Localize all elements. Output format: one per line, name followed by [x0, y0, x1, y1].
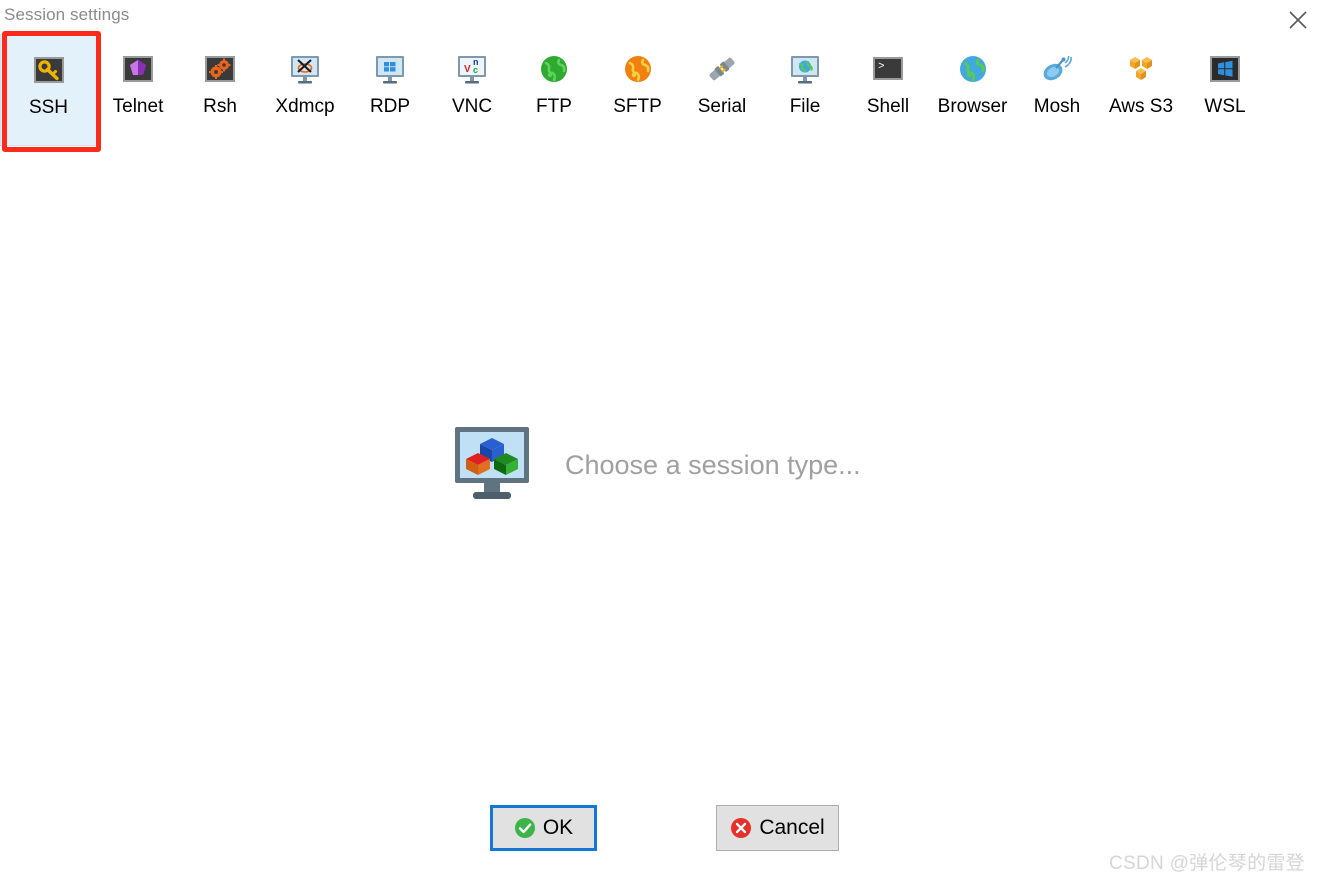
watermark: CSDN @弹伦琴的雷登 [1108, 853, 1305, 874]
rdp-windows-icon [373, 52, 407, 86]
ftp-globe-icon [537, 52, 571, 86]
session-type-label: File [789, 96, 821, 117]
session-type-xdmcp[interactable]: Xdmcp [261, 34, 349, 146]
session-type-browser[interactable]: Browser [930, 34, 1015, 146]
session-type-ssh[interactable]: SSH [0, 34, 97, 146]
ssh-key-icon [32, 53, 66, 87]
close-button[interactable] [1281, 4, 1315, 32]
error-circle-icon [731, 818, 752, 838]
file-monitor-icon [788, 52, 822, 86]
session-type-rsh[interactable]: Rsh [179, 34, 261, 146]
session-type-rdp[interactable]: RDP [349, 34, 431, 146]
session-type-label: Telnet [112, 96, 164, 117]
aws-s3-cubes-icon [1124, 52, 1158, 86]
session-type-telnet[interactable]: Telnet [97, 34, 179, 146]
session-type-label: Xdmcp [275, 96, 335, 117]
empty-state: Choose a session type... [451, 425, 861, 505]
rsh-gears-icon [203, 52, 237, 86]
monitor-cubes-icon [451, 425, 533, 505]
session-type-label: Aws S3 [1108, 96, 1174, 117]
empty-state-text: Choose a session type... [565, 449, 861, 480]
session-type-label: WSL [1204, 96, 1246, 117]
session-type-label: SSH [28, 97, 69, 118]
cancel-button[interactable]: Cancel [716, 805, 839, 851]
xdmcp-monitor-icon [288, 52, 322, 86]
session-type-label: Browser [937, 96, 1008, 117]
session-type-wsl[interactable]: WSL [1183, 34, 1267, 146]
session-type-serial[interactable]: Serial [680, 34, 764, 146]
session-type-aws-s3[interactable]: Aws S3 [1099, 34, 1183, 146]
cancel-button-label: Cancel [759, 816, 825, 839]
shell-terminal-icon: > [871, 52, 905, 86]
wsl-windows-icon [1208, 52, 1242, 86]
telnet-gem-icon [121, 52, 155, 86]
session-type-sftp[interactable]: SFTP [595, 34, 680, 146]
browser-globe-icon [956, 52, 990, 86]
session-type-label: Serial [697, 96, 747, 117]
svg-text:>: > [878, 61, 885, 73]
ok-button-label: OK [542, 816, 574, 839]
check-circle-icon [514, 818, 535, 838]
session-type-vnc[interactable]: V n c VNC [431, 34, 513, 146]
session-type-label: FTP [536, 96, 572, 117]
session-type-label: RDP [369, 96, 411, 117]
session-type-label: SFTP [613, 96, 662, 117]
svg-text:c: c [473, 65, 478, 75]
dialog-titlebar: Session settings [0, 0, 1323, 34]
session-type-label: Rsh [203, 96, 237, 117]
session-type-label: Shell [866, 96, 910, 117]
session-type-toolbar: SSH Telnet Rsh Xdmcp RDP V n c VNC FTP S… [0, 34, 1323, 158]
page-title: Session settings [4, 5, 130, 24]
sftp-globe-icon [621, 52, 655, 86]
ok-button[interactable]: OK [490, 805, 597, 851]
session-type-label: VNC [451, 96, 493, 117]
serial-plug-icon [705, 52, 739, 86]
mosh-antenna-icon [1040, 52, 1074, 86]
session-type-shell[interactable]: > Shell [846, 34, 930, 146]
session-type-file[interactable]: File [764, 34, 846, 146]
session-type-mosh[interactable]: Mosh [1015, 34, 1099, 146]
svg-text:V: V [464, 64, 471, 75]
vnc-monitor-icon: V n c [455, 52, 489, 86]
session-type-label: Mosh [1033, 96, 1081, 117]
session-type-ftp[interactable]: FTP [513, 34, 595, 146]
close-icon [1289, 11, 1307, 29]
